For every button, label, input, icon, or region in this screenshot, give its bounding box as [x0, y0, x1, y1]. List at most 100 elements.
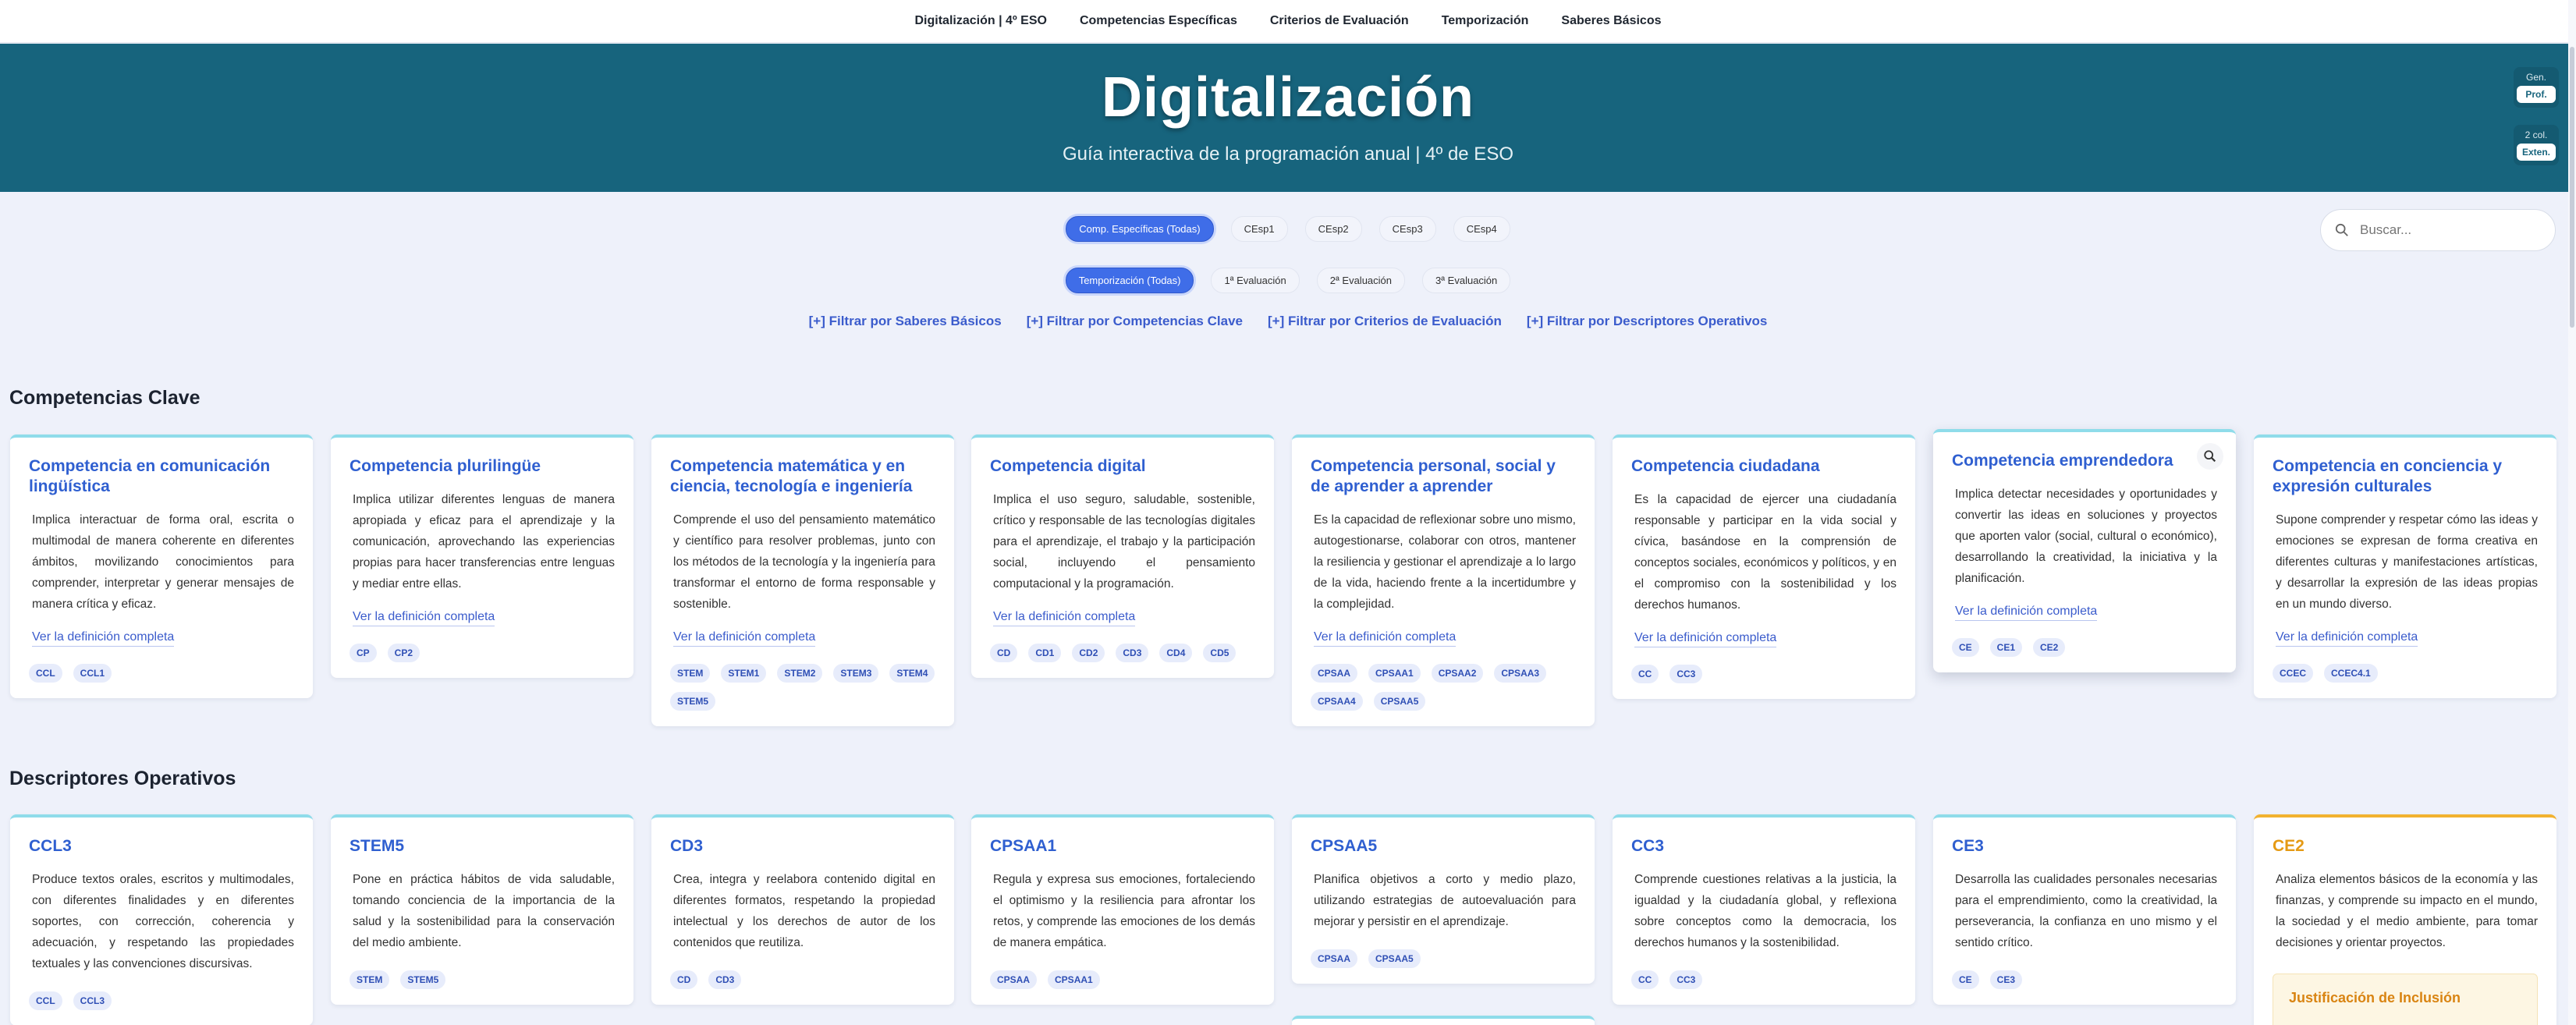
competencia-card[interactable]: Competencia plurilingüe Implica utilizar…	[331, 434, 633, 678]
descriptor-card[interactable]: STEM5 Pone en práctica hábitos de vida s…	[331, 814, 633, 1005]
tag-badge[interactable]: CD2	[1072, 644, 1105, 662]
tag-badge[interactable]: STEM1	[721, 664, 767, 683]
tag-badge[interactable]: CPSAA3	[1494, 664, 1547, 683]
tag-badge[interactable]: CE3	[1989, 970, 2023, 989]
tag-badge[interactable]: CCEC	[2273, 664, 2314, 683]
nav-link-competencias[interactable]: Competencias Específicas	[1080, 14, 1237, 28]
filter-cesp3[interactable]: CEsp3	[1378, 216, 1436, 242]
tag-badge[interactable]: CPSAA5	[1368, 949, 1421, 968]
tag-badge[interactable]: CE	[1952, 970, 1979, 989]
view-definition-link[interactable]: Ver la definición completa	[2276, 630, 2418, 647]
filter-link-competencias-clave[interactable]: [+] Filtrar por Competencias Clave	[1027, 314, 1243, 329]
tag-badge[interactable]: CD	[990, 644, 1018, 662]
tag-badge[interactable]: CPSAA4	[1311, 692, 1363, 711]
view-definition-link[interactable]: Ver la definición completa	[1314, 630, 1457, 647]
tag-badge[interactable]: CPSAA5	[1373, 692, 1426, 711]
tag-badge[interactable]: CE2	[2033, 638, 2066, 657]
filter-eval3[interactable]: 3ª Evaluación	[1422, 268, 1511, 293]
tag-badge[interactable]: CCL1	[73, 664, 112, 683]
view-definition-link[interactable]: Ver la definición completa	[32, 630, 175, 647]
filter-temp-todas[interactable]: Temporización (Todas)	[1065, 268, 1194, 293]
tag-badge[interactable]: CD1	[1028, 644, 1062, 662]
view-definition-link[interactable]: Ver la definición completa	[1634, 631, 1777, 647]
descriptor-card-highlighted[interactable]: CE2 Analiza elementos básicos de la econ…	[2254, 814, 2556, 1025]
card-description: Crea, integra y reelabora contenido digi…	[673, 873, 935, 949]
justification-title: Justificación de Inclusión	[2289, 990, 2461, 1005]
competencia-card[interactable]: Competencia en comunicación lingüística …	[10, 434, 313, 698]
descriptor-card[interactable]: CCL3 Produce textos orales, escritos y m…	[10, 814, 313, 1025]
tag-badge[interactable]: STEM5	[400, 970, 446, 989]
filter-comp-todas[interactable]: Comp. Específicas (Todas)	[1066, 216, 1214, 242]
tag-badge[interactable]: CD	[670, 970, 698, 989]
tag-badge[interactable]: STEM2	[777, 664, 823, 683]
card-description: Desarrolla las cualidades personales nec…	[1955, 873, 2217, 949]
extended-toggle-button[interactable]: Exten.	[2517, 144, 2556, 161]
tag-badge[interactable]: CP2	[387, 644, 420, 662]
tag-badge[interactable]: STEM3	[833, 664, 879, 683]
tag-badge[interactable]: STEM5	[670, 692, 716, 711]
tag-list: STEM STEM1 STEM2 STEM3 STEM4 STEM5	[670, 664, 935, 711]
competencia-card[interactable]: Competencia en conciencia y expresión cu…	[2254, 434, 2556, 698]
card-description: Supone comprender y respetar cómo las id…	[2276, 513, 2538, 611]
tag-badge[interactable]: CPSAA	[990, 970, 1038, 989]
tag-badge[interactable]: CD5	[1203, 644, 1237, 662]
tag-badge[interactable]: CD3	[708, 970, 742, 989]
view-definition-link[interactable]: Ver la definición completa	[353, 610, 495, 626]
nav-link-criterios[interactable]: Criterios de Evaluación	[1270, 14, 1409, 28]
tag-badge[interactable]: CC	[1631, 970, 1659, 989]
card-title: CCL3	[29, 837, 72, 855]
tag-badge[interactable]: STEM4	[889, 664, 935, 683]
page-scrollbar[interactable]	[2568, 0, 2576, 1025]
tag-badge[interactable]: CC	[1631, 665, 1659, 683]
nav-link-saberes[interactable]: Saberes Básicos	[1561, 14, 1661, 28]
filter-eval1[interactable]: 1ª Evaluación	[1211, 268, 1300, 293]
descriptor-card[interactable]: CPSAA5 Planifica objetivos a corto y med…	[1292, 814, 1595, 984]
tag-badge[interactable]: CC3	[1669, 665, 1703, 683]
tag-badge[interactable]: CPSAA2	[1431, 664, 1484, 683]
competencia-card[interactable]: Competencia digital Implica el uso segur…	[971, 434, 1274, 678]
profile-toggle-button[interactable]: Prof.	[2517, 86, 2556, 103]
tag-badge[interactable]: CPSAA1	[1368, 664, 1421, 683]
descriptor-card[interactable]: CPSAA1 Regula y expresa sus emociones, f…	[971, 814, 1274, 1005]
tag-badge[interactable]: CC3	[1669, 970, 1703, 989]
filter-cesp1[interactable]: CEsp1	[1230, 216, 1288, 242]
card-title: Competencia emprendedora	[1952, 452, 2173, 470]
competencia-card[interactable]: Competencia matemática y en ciencia, tec…	[651, 434, 954, 726]
view-definition-link[interactable]: Ver la definición completa	[673, 630, 816, 647]
view-definition-link[interactable]: Ver la definición completa	[1955, 605, 2098, 621]
tag-badge[interactable]: CP	[349, 644, 377, 662]
competencia-card[interactable]: Competencia emprendedora Implica detecta…	[1933, 429, 2236, 672]
tag-badge[interactable]: CD3	[1116, 644, 1149, 662]
filter-link-descriptores[interactable]: [+] Filtrar por Descriptores Operativos	[1527, 314, 1767, 329]
search-icon	[2335, 223, 2348, 236]
filter-eval2[interactable]: 2ª Evaluación	[1316, 268, 1406, 293]
descriptor-card[interactable]: CC3 Comprende cuestiones relativas a la …	[1613, 814, 1915, 1005]
tag-badge[interactable]: CCL	[29, 991, 62, 1010]
nav-link-temporizacion[interactable]: Temporización	[1442, 14, 1529, 28]
tag-badge[interactable]: CPSAA	[1311, 664, 1358, 683]
search-input[interactable]	[2360, 222, 2547, 238]
tag-badge[interactable]: CPSAA1	[1048, 970, 1100, 989]
tag-badge[interactable]: CE1	[1989, 638, 2023, 657]
tag-badge[interactable]: CCL	[29, 664, 62, 683]
competencia-card[interactable]: Competencia ciudadana Es la capacidad de…	[1613, 434, 1915, 699]
tag-badge[interactable]: STEM	[670, 664, 711, 683]
descriptor-card[interactable]: CD3 Crea, integra y reelabora contenido …	[651, 814, 954, 1005]
page-title: Digitalización	[1101, 66, 1475, 129]
competencia-card[interactable]: Competencia personal, social y de aprend…	[1292, 434, 1595, 726]
tag-badge[interactable]: CD4	[1159, 644, 1193, 662]
scrollbar-thumb[interactable]	[2570, 47, 2574, 328]
tag-badge[interactable]: CE	[1952, 638, 1979, 657]
filter-cesp4[interactable]: CEsp4	[1453, 216, 1510, 242]
zoom-button[interactable]	[2197, 443, 2223, 470]
filter-link-saberes[interactable]: [+] Filtrar por Saberes Básicos	[809, 314, 1002, 329]
tag-badge[interactable]: CCL3	[73, 991, 112, 1010]
tag-badge[interactable]: CCEC4.1	[2324, 664, 2378, 683]
filter-link-criterios[interactable]: [+] Filtrar por Criterios de Evaluación	[1268, 314, 1502, 329]
tag-badge[interactable]: STEM	[349, 970, 390, 989]
nav-link-home[interactable]: Digitalización | 4º ESO	[915, 14, 1047, 28]
view-definition-link[interactable]: Ver la definición completa	[993, 610, 1136, 626]
filter-cesp2[interactable]: CEsp2	[1304, 216, 1362, 242]
tag-badge[interactable]: CPSAA	[1311, 949, 1358, 968]
descriptor-card[interactable]: CE3 Desarrolla las cualidades personales…	[1933, 814, 2236, 1005]
